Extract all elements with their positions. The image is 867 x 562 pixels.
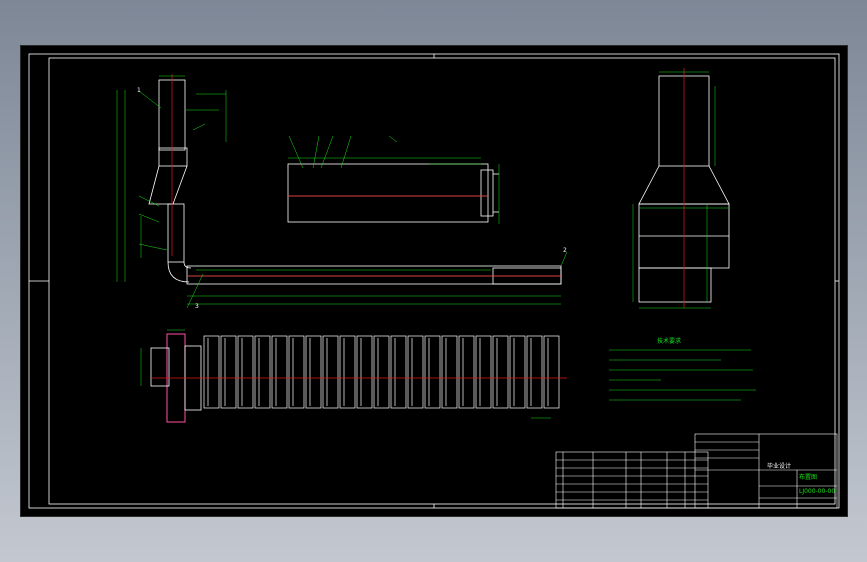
- side-elevation-view: [632, 68, 730, 309]
- title-block-frame: [694, 433, 838, 509]
- part-label-1: 1: [137, 87, 141, 94]
- drawing-frame: [28, 53, 840, 509]
- filter-bay: [254, 335, 271, 409]
- filter-bay: [237, 335, 254, 409]
- filter-bay: [475, 335, 492, 409]
- cad-drawing: [28, 53, 840, 509]
- notes-title: 技术要求: [657, 338, 682, 345]
- title-block-company: 毕业设计: [767, 463, 792, 470]
- filter-bay: [220, 335, 237, 409]
- filter-bay: [271, 335, 288, 409]
- filter-bay: [322, 335, 339, 409]
- title-block-name: 布置图: [799, 474, 818, 481]
- front-elevation-view: [116, 74, 568, 309]
- filter-bay: [543, 335, 560, 409]
- section-detail-view: [287, 135, 500, 224]
- parts-list-table: [555, 451, 709, 509]
- filter-bay: [390, 335, 407, 409]
- filter-bay: [339, 335, 356, 409]
- filter-bay: [458, 335, 475, 409]
- filter-bay: [356, 335, 373, 409]
- filter-bay: [203, 335, 220, 409]
- plan-view: [140, 329, 567, 423]
- filter-bay: [526, 335, 543, 409]
- technical-notes: [609, 349, 756, 401]
- filter-bay: [288, 335, 305, 409]
- part-label-3: 3: [195, 303, 199, 310]
- filter-bay: [441, 335, 458, 409]
- cad-drawing-canvas: 1 2 3 技术要求 布置图 LJ000-00-00 毕业设计: [20, 45, 848, 517]
- filter-bay: [305, 335, 322, 409]
- part-label-2: 2: [563, 247, 567, 254]
- filter-bay: [373, 335, 390, 409]
- filter-bay: [424, 335, 441, 409]
- filter-bay: [492, 335, 509, 409]
- filter-bay: [509, 335, 526, 409]
- drawing-number: LJ000-00-00: [799, 488, 836, 495]
- filter-bay: [407, 335, 424, 409]
